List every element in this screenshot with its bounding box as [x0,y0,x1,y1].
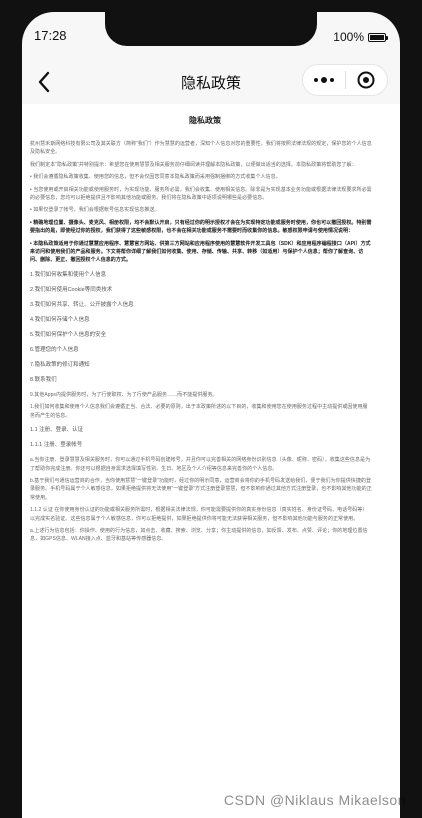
bullet-paragraph: • 我们会遵循隐私政策收集、使用您的信息，但不会仅因您同意本隐私政策而采用强制捆… [30,174,281,181]
bullet-paragraph: • 当您使用或开启相关功能或使用服务时，为实现功能、服务所必需，我们会收集、使用… [30,186,372,202]
body-paragraph: a.当你注册、登录慧慧及相关服务时，你可以通过手机号码创建帐号，并且你可以完善相… [30,457,371,472]
mini-program-capsule [302,64,388,96]
toc-item: 4.我们如何存储个人信息 [30,316,90,323]
bullet-paragraph-bold: • 精确地理位置、摄像头、麦克风、相册权限，均不会默认开启，只有经过你的明示授权… [30,219,372,235]
battery-icon [368,32,388,42]
more-dots-icon [313,77,334,83]
privacy-policy-document: 隐私政策 杭州慧禾斯网络科技有限公司及其关联方（简称“我们”）作为慧慧的运营者，… [22,104,400,818]
bullet-paragraph-bold: • 本隐私政策适用于你通过慧慧应用程序、慧慧官方网站、供第三方网站和应用程序使用… [30,240,371,264]
toc-item: 2.我们如何使用Cookie等同类技术 [30,286,113,293]
section-heading: 1.1.1 注册、登录帐号 [30,442,83,449]
toc-item: 9.其他Apps内提供服务时，为了行使职权、为了行使产品服务……而不能提供服务。 [30,391,218,398]
document-heading: 隐私政策 [189,116,221,125]
body-paragraph: b.基于我们与通信运营商的合作，当你使用慧慧“一键登录”功能时，经过你的明示同意… [30,477,372,501]
status-battery: 100% [333,30,388,44]
chevron-left-icon [38,71,50,93]
phone-frame: 17:28 100% 隐私政策 隐私政策 杭州慧禾斯网络科技有限公司及其关联方（… [0,0,422,818]
close-button[interactable] [345,65,387,95]
body-paragraph: a.上述行为信息包括：你操作、使用的行为信息，如点击、收藏、搜索、浏览、分享；你… [30,527,368,543]
back-button[interactable] [30,68,58,96]
toc-item: 1.我们如何收集和使用个人信息 [30,271,107,278]
watermark: CSDN @Niklaus Mikaelson [223,792,406,808]
status-time: 17:28 [34,28,67,43]
page-title: 隐私政策 [180,74,241,92]
more-button[interactable] [303,65,345,95]
toc-item: 6.管理您的个人信息 [30,346,79,353]
toc-item: 7.隐私政策的修订和通知 [30,361,90,368]
toc-item: 8.联系我们 [30,376,57,383]
bullet-paragraph: • 如果仅登录了帐号，我们会根据帐号信息实现信息推送。 [30,207,160,214]
body-paragraph: 1.1.2 认证 在你使用身份认证的功能或相关服务所需时，根据相关法律法规，你可… [30,507,368,522]
section-heading: 1.1 注册、登录、认证 [30,427,84,434]
notch [105,12,317,46]
body-paragraph: 1.我们如何收集和使用个人信息我们会遵循正当、合法、必要的原则，出于本政策所述的… [30,404,368,419]
target-icon [357,71,375,89]
navigation-bar: 隐私政策 [22,62,400,102]
battery-percent: 100% [333,30,364,44]
toc-item: 5.我们如何保护个人信息的安全 [30,331,107,338]
intro-paragraph: 我们制定本“隐私政策”并特别提示：希望您在使用慧慧及相关服务前仔细阅读并理解本隐… [30,161,357,168]
intro-paragraph: 杭州慧禾斯网络科技有限公司及其关联方（简称“我们”）作为慧慧的运营者，深知个人信… [30,141,372,156]
phone-screen: 17:28 100% 隐私政策 隐私政策 杭州慧禾斯网络科技有限公司及其关联方（… [22,12,400,818]
toc-item: 3.我们如何共享、转让、公开披露个人信息 [30,301,134,308]
